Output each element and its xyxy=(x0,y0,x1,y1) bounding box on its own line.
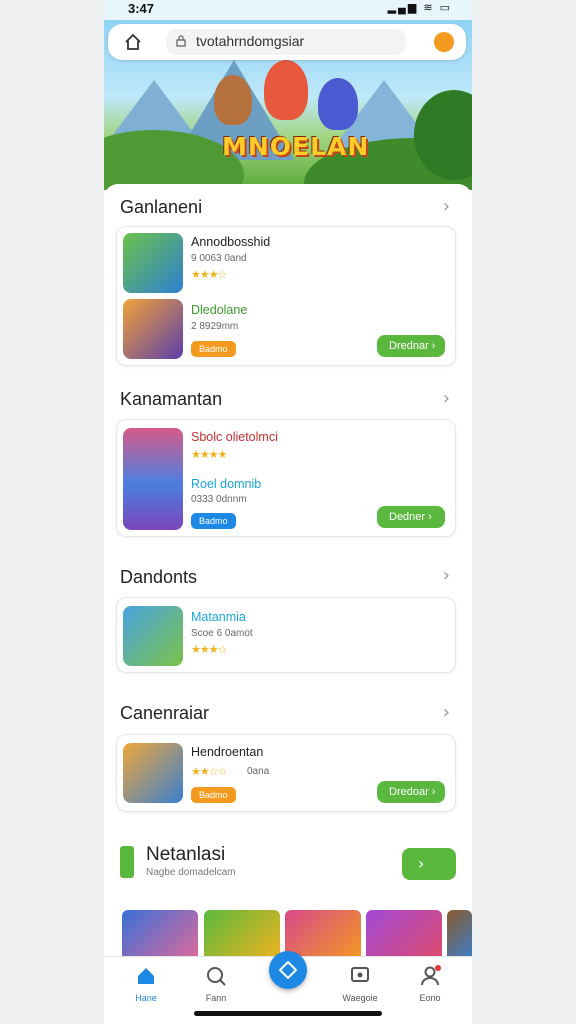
status-icons: ▂▄▆ ≋ ▭ xyxy=(387,2,452,14)
game-thumbnail[interactable] xyxy=(123,428,183,530)
search-icon xyxy=(207,967,226,986)
character-knight xyxy=(318,78,358,130)
tab-profile[interactable]: Eono xyxy=(400,965,460,1003)
promo-icon xyxy=(120,846,134,878)
game-subtitle: Scoe 6 0amot xyxy=(191,628,253,639)
promo-title: Netanlasi xyxy=(146,844,226,865)
home-indicator xyxy=(194,1011,382,1016)
strip-thumbnail[interactable] xyxy=(366,910,442,962)
tab-home[interactable]: Hane xyxy=(116,965,176,1003)
game-thumbnail[interactable] xyxy=(123,299,183,359)
game-name[interactable]: Dledolane xyxy=(191,303,247,317)
center-action-button[interactable] xyxy=(269,951,307,989)
chevron-right-icon[interactable]: › xyxy=(443,388,450,409)
game-subtitle: 0333 0dnnm xyxy=(191,494,247,505)
game-name[interactable]: Annodbosshid xyxy=(191,235,270,249)
download-button[interactable]: Dredoar › xyxy=(377,781,445,803)
promo-subtitle: Nagbe domadelcam xyxy=(146,867,236,878)
hero-title: MNOELAN xyxy=(222,132,370,161)
badge: Badmo xyxy=(191,513,236,529)
character-boy xyxy=(214,75,252,125)
game-card: Sbolc olietolmci ★★★★ Roel domnib 0333 0… xyxy=(116,419,456,537)
game-thumbnail[interactable] xyxy=(123,233,183,293)
rating-stars: ★★☆☆ xyxy=(191,765,227,778)
content-panel: Ganlaneni › Annodbosshid 9 0063 0and ★★★… xyxy=(104,184,472,974)
game-name[interactable]: Hendroentan xyxy=(191,745,263,759)
url-field[interactable]: tvotahrndomgsiar xyxy=(166,29,406,55)
tab-search[interactable]: Fann xyxy=(186,965,246,1003)
tab-label: Waegoie xyxy=(342,993,378,1003)
url-text: tvotahrndomgsiar xyxy=(196,33,305,49)
game-subtitle: 9 0063 0and xyxy=(191,253,247,264)
promo-arrow-button[interactable]: › xyxy=(402,848,456,880)
badge: Badmo xyxy=(191,341,236,357)
strip-thumbnail[interactable] xyxy=(122,910,198,962)
status-time: 3:47 xyxy=(128,1,155,16)
game-name[interactable]: Roel domnib xyxy=(191,477,261,491)
section-title: Kanamantan xyxy=(120,389,223,409)
phone-screen: 3:47 ▂▄▆ ≋ ▭ MNOELAN tvotahrndomgsiar Ga… xyxy=(104,0,472,1024)
chevron-right-icon[interactable]: › xyxy=(443,196,450,217)
character-girl xyxy=(264,60,308,120)
download-button[interactable]: Drednar › xyxy=(377,335,445,357)
game-card: Matanmia Scoe 6 0amot ★★★☆ xyxy=(116,597,456,673)
tab-label: Eono xyxy=(419,993,441,1003)
bottom-tab-bar: Hane Fann Waegoie Eono xyxy=(104,951,472,1024)
browser-bar: tvotahrndomgsiar xyxy=(108,24,466,60)
game-name[interactable]: Sbolc olietolmci xyxy=(191,430,278,444)
profile-icon xyxy=(421,965,441,986)
game-card: Annodbosshid 9 0063 0and ★★★☆ Dledolane … xyxy=(116,226,456,366)
section-title: Dandonts xyxy=(120,567,198,587)
tab-messages[interactable]: Waegoie xyxy=(330,965,390,1003)
tab-label: Fann xyxy=(205,993,227,1003)
chat-icon xyxy=(351,967,369,982)
rating-stars: ★★★☆ xyxy=(191,268,227,281)
strip-thumbnail[interactable] xyxy=(447,910,472,962)
diamond-icon xyxy=(279,961,297,979)
section-title: Canenraiar xyxy=(120,703,210,723)
chevron-right-icon[interactable]: › xyxy=(443,702,450,723)
game-thumbnail[interactable] xyxy=(123,743,183,803)
rating-stars: ★★★☆ xyxy=(191,643,227,656)
badge: Badmo xyxy=(191,787,236,803)
section-title: Ganlaneni xyxy=(120,197,203,217)
game-thumbnail[interactable] xyxy=(123,606,183,666)
game-subtitle: 2 8929mm xyxy=(191,321,239,332)
download-button[interactable]: Dedner › xyxy=(377,506,445,528)
tab-label: Hane xyxy=(135,993,157,1003)
game-name[interactable]: Matanmia xyxy=(191,610,246,624)
home-icon[interactable] xyxy=(124,33,142,51)
game-card: Hendroentan ★★☆☆ 0ana Badmo Dredoar › xyxy=(116,734,456,812)
lock-icon xyxy=(176,35,186,47)
game-subtitle: 0ana xyxy=(247,766,270,777)
status-bar: 3:47 ▂▄▆ ≋ ▭ xyxy=(104,0,472,20)
browser-menu-icon[interactable] xyxy=(434,32,454,52)
home-icon xyxy=(138,968,154,984)
chevron-right-icon[interactable]: › xyxy=(443,565,450,586)
rating-stars: ★★★★ xyxy=(191,448,227,461)
strip-thumbnail[interactable] xyxy=(204,910,280,962)
